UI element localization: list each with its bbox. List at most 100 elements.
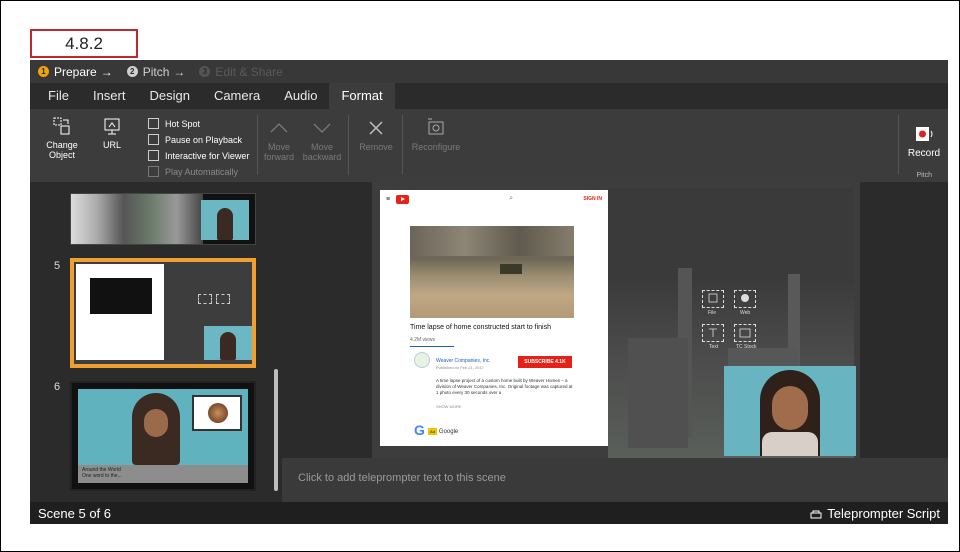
chevron-up-icon: [270, 123, 288, 133]
stage-area: File Web Text TC Stock ≡ ⌕ SIGN IN Time …: [282, 182, 948, 460]
presenter-video[interactable]: [724, 366, 856, 456]
hamburger-icon[interactable]: ≡: [386, 196, 390, 203]
web-placeholder[interactable]: [734, 290, 756, 308]
sign-in-link[interactable]: SIGN IN: [583, 196, 602, 202]
presenter-video: [204, 326, 252, 360]
tc-stock-placeholder[interactable]: [734, 324, 756, 342]
checkbox-label: Play Automatically: [165, 166, 239, 177]
step-edit-share[interactable]: 3 Edit & Share: [199, 64, 283, 79]
file-icon: [708, 293, 718, 303]
change-object-label: Change Object: [46, 140, 78, 160]
teleprompter-input[interactable]: Click to add teleprompter text to this s…: [282, 458, 948, 502]
published-date: Published on Feb 21, 2017: [436, 365, 484, 370]
change-object-icon: [53, 117, 70, 135]
youtube-video-thumbnail[interactable]: [410, 226, 574, 318]
scene-number: 5: [54, 260, 61, 272]
tab-audio[interactable]: Audio: [272, 83, 329, 109]
scene-thumbnail-4[interactable]: [70, 193, 256, 245]
channel-avatar[interactable]: [414, 352, 430, 368]
move-forward-button[interactable]: Move forward: [260, 117, 298, 162]
building-shape: [628, 338, 688, 448]
teleprompter-script-button[interactable]: Teleprompter Script: [809, 506, 940, 521]
reconfigure-button[interactable]: Reconfigure: [408, 117, 464, 152]
step-pitch[interactable]: 2 Pitch →: [126, 65, 185, 79]
record-button[interactable]: Record: [904, 123, 944, 159]
ad-name: Google: [438, 429, 459, 435]
file-placeholder[interactable]: [702, 290, 724, 308]
checkbox-label: Hot Spot: [165, 118, 201, 129]
tab-file[interactable]: File: [36, 83, 81, 109]
presenter-face: [144, 409, 168, 437]
inset-image: [192, 395, 242, 431]
remove-label: Remove: [359, 142, 393, 152]
caption-line: One word to the...: [82, 473, 122, 479]
youtube-web-object[interactable]: ≡ ⌕ SIGN IN Time lapse of home construct…: [380, 190, 608, 446]
scene-thumbnail-5[interactable]: [70, 258, 256, 368]
video-views: 4.2M views: [410, 337, 436, 343]
scene-thumbnail-6[interactable]: Around the World One word to the...: [70, 381, 256, 491]
scene-list: 5 6 Around the World One word to the...: [30, 182, 282, 502]
channel-name[interactable]: Weaver Companies, Inc.: [436, 358, 491, 364]
tab-format[interactable]: Format: [329, 83, 395, 109]
ad-badge: Ad: [428, 428, 437, 435]
pause-on-playback-checkbox[interactable]: Pause on Playback: [148, 133, 242, 146]
arrow-icon: →: [100, 64, 113, 79]
placeholder-box: [216, 294, 230, 304]
step-label: Prepare: [54, 64, 97, 79]
video-title: Time lapse of home constructed start to …: [410, 324, 551, 331]
ad-row[interactable]: Ad Google: [428, 428, 458, 435]
chevron-down-icon: [313, 123, 331, 133]
interactive-for-viewer-checkbox[interactable]: Interactive for Viewer: [148, 149, 249, 162]
text-placeholder[interactable]: [702, 324, 724, 342]
checkbox-label: Pause on Playback: [165, 134, 243, 145]
tab-camera[interactable]: Camera: [202, 83, 272, 109]
menu-bar: File Insert Design Camera Audio Format: [30, 83, 948, 109]
stock-icon: [739, 328, 751, 338]
move-backward-label: Move backward: [302, 142, 342, 162]
checkbox-box[interactable]: [148, 134, 159, 145]
ribbon-separator: [257, 115, 258, 175]
web-placeholder-label: Web: [740, 310, 751, 316]
move-backward-button[interactable]: Move backward: [301, 117, 343, 162]
scene-counter: Scene 5 of 6: [38, 505, 111, 521]
subscribe-button[interactable]: SUBSCRIBE 4.1K: [518, 356, 572, 368]
checkbox-box[interactable]: [148, 166, 159, 177]
scene-caption: Around the World One word to the...: [78, 465, 248, 483]
file-placeholder-label: File: [708, 310, 717, 316]
like-bar: [410, 346, 454, 347]
search-icon[interactable]: ⌕: [509, 195, 513, 203]
placeholder-box: [198, 294, 212, 304]
remove-button[interactable]: Remove: [357, 117, 395, 152]
inset-object: [208, 403, 228, 423]
tab-design[interactable]: Design: [137, 83, 201, 109]
text-icon: [709, 328, 717, 337]
presenter-figure: [220, 332, 236, 360]
google-logo-icon: G: [414, 422, 425, 438]
scene-list-scrollbar[interactable]: [274, 369, 278, 491]
tab-insert[interactable]: Insert: [81, 83, 138, 109]
checkbox-box[interactable]: [148, 118, 159, 129]
teleprompter-icon: [810, 510, 822, 519]
step-number: 2: [126, 66, 138, 77]
step-label: Edit & Share: [215, 64, 283, 79]
checkbox-box[interactable]: [148, 150, 159, 161]
scene-image: [78, 389, 248, 465]
url-button[interactable]: URL: [94, 115, 130, 150]
scene-image: [76, 264, 164, 360]
presenter-face: [772, 386, 808, 430]
reconfigure-label: Reconfigure: [411, 142, 461, 152]
step-prepare[interactable]: 1 Prepare →: [38, 65, 113, 79]
reconfigure-icon: [428, 118, 444, 135]
teleprompter-script-label: Teleprompter Script: [827, 505, 940, 521]
record-label: Record: [907, 148, 941, 159]
scene-canvas[interactable]: File Web Text TC Stock ≡ ⌕ SIGN IN Time …: [372, 182, 860, 460]
excavator: [500, 264, 522, 274]
play-automatically-checkbox[interactable]: Play Automatically: [148, 165, 238, 178]
change-object-button[interactable]: Change Object: [38, 115, 86, 160]
show-more-link[interactable]: SHOW MORE: [436, 404, 462, 409]
youtube-header: ≡ ⌕ SIGN IN: [380, 190, 608, 208]
close-icon: [369, 121, 383, 135]
checkbox-label: Interactive for Viewer: [165, 150, 250, 161]
step-number: 3: [199, 66, 211, 77]
hot-spot-checkbox[interactable]: Hot Spot: [148, 117, 200, 130]
